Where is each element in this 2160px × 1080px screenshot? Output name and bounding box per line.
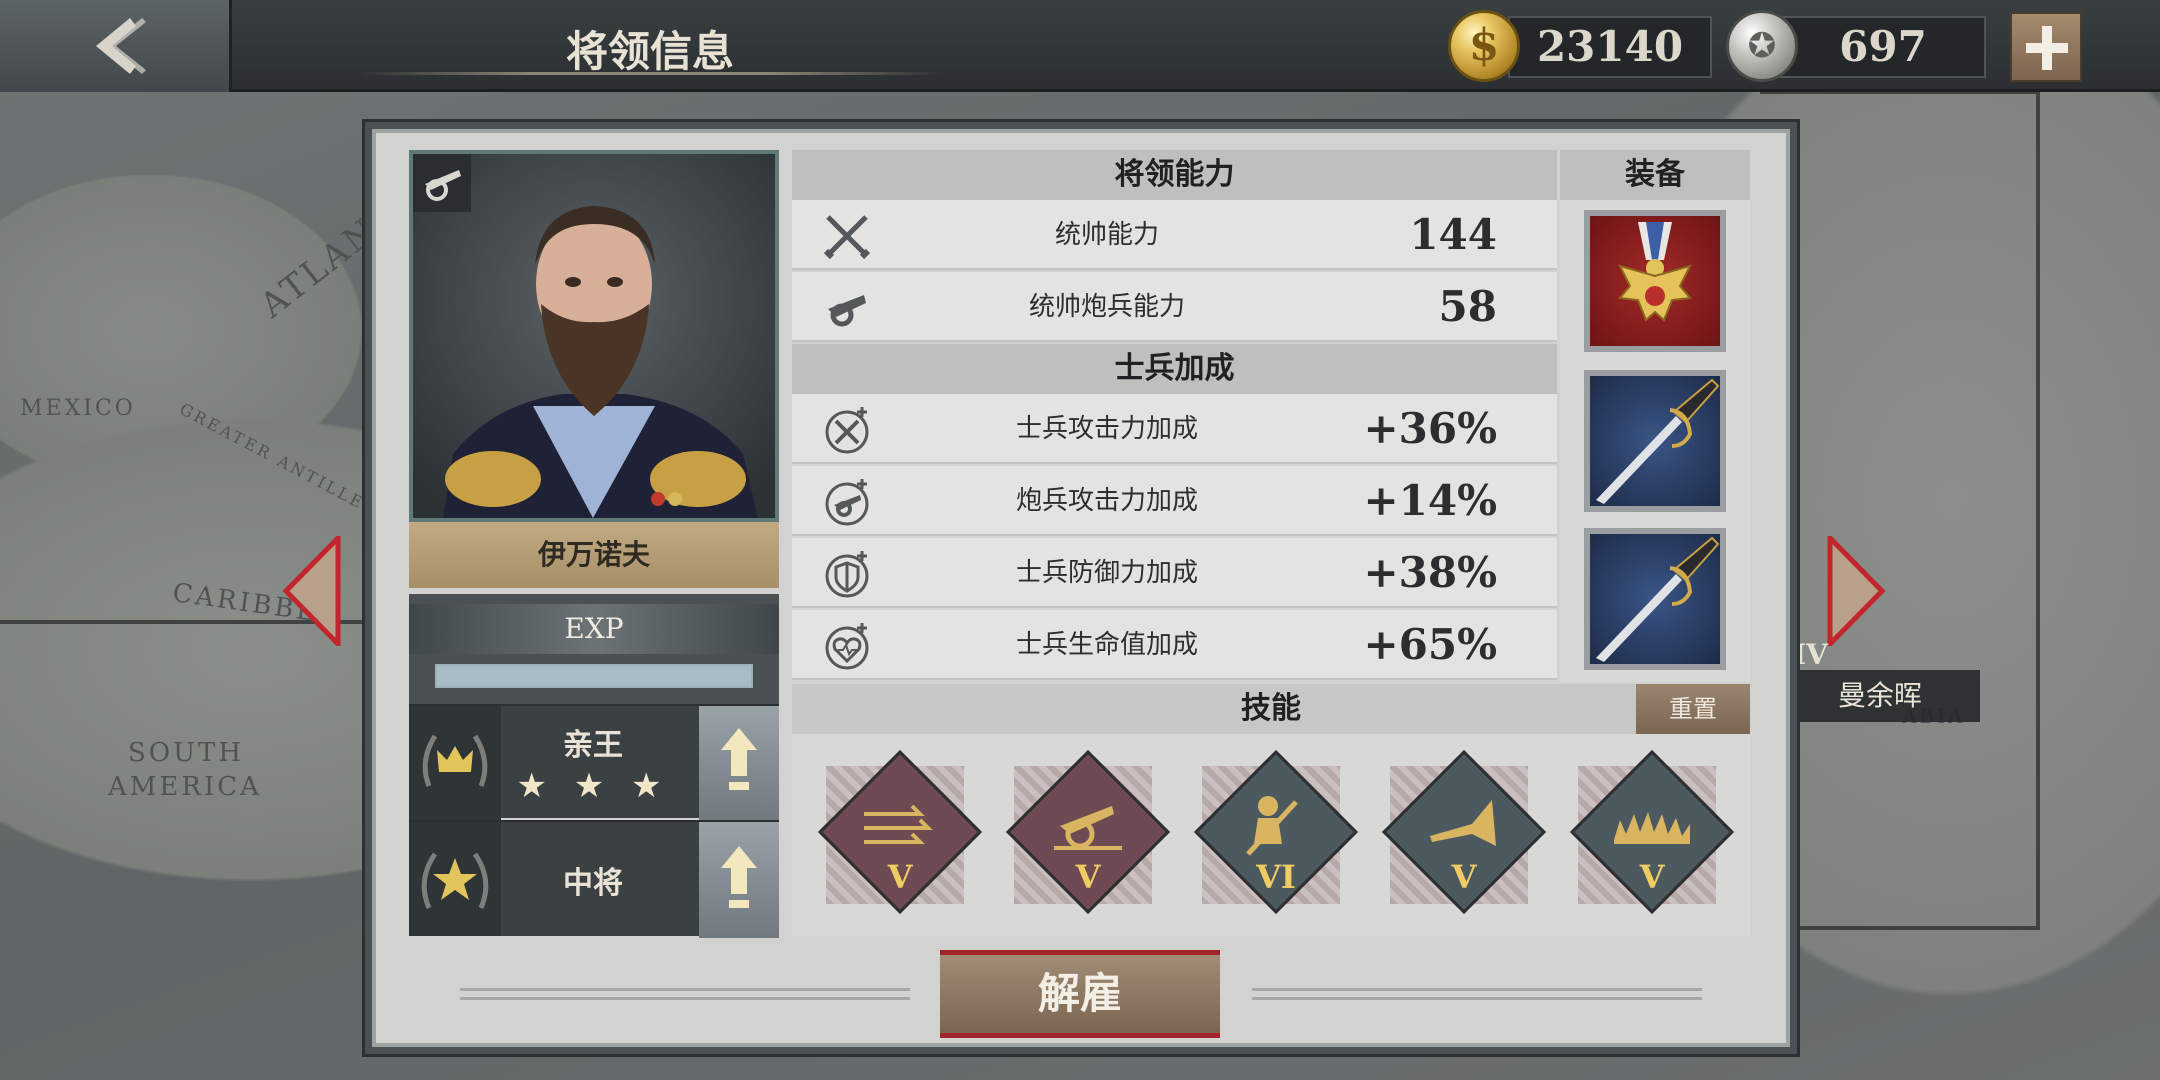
reset-skills-button[interactable]: 重置: [1636, 684, 1750, 734]
exp-label: EXP: [409, 604, 779, 654]
skill-level: V: [1451, 858, 1477, 896]
skills-header: 技能: [792, 684, 1750, 734]
saber-icon: [1596, 378, 1720, 504]
bonus-row-defense: 士兵防御力加成 +38%: [792, 538, 1557, 608]
map-border-line: [1760, 90, 2040, 930]
title-underline: [360, 72, 940, 75]
decorative-line-left: [460, 988, 910, 1000]
equipment-slot-medal[interactable]: [1584, 210, 1726, 352]
artillery-class-icon: [413, 154, 471, 212]
exp-progress-bar: [435, 664, 753, 688]
bonus-value: +14%: [1363, 476, 1497, 525]
crown-laurel-icon: [409, 706, 501, 820]
bonus-label: 士兵攻击力加成: [1015, 414, 1198, 444]
skill-level: V: [1075, 858, 1101, 896]
military-rank-title: 中将: [563, 866, 623, 901]
skill-slot-4[interactable]: V: [1376, 746, 1547, 926]
ability-value: 144: [1409, 210, 1497, 259]
skill-level: V: [1639, 858, 1665, 896]
ability-row-command: 统帅能力 144: [792, 200, 1557, 270]
neighbor-card-rank: IV: [1793, 638, 1828, 671]
upgrade-nobility-button[interactable]: [699, 706, 779, 820]
ability-value: 58: [1438, 282, 1497, 331]
bonus-label: 炮兵攻击力加成: [1015, 486, 1198, 516]
heart-plus-icon: [825, 623, 869, 670]
bonus-label: 士兵生命值加成: [1015, 630, 1198, 660]
map-label-south: SOUTH: [128, 738, 245, 768]
bonus-value: +65%: [1363, 620, 1497, 669]
equipment-slot-saber-2[interactable]: [1584, 528, 1726, 670]
soldier-rifle-icon: [1246, 796, 1298, 856]
skill-slot-1[interactable]: V: [812, 746, 983, 926]
map-label-mexico: MEXICO: [20, 396, 136, 421]
exp-progress-fill: [437, 666, 751, 686]
eagle-medal-icon: [1618, 222, 1692, 322]
shield-plus-icon: [825, 551, 869, 598]
nobility-title: 亲王: [563, 728, 623, 763]
promote-rank-button[interactable]: [699, 822, 779, 938]
arrows-charge-icon: [864, 804, 933, 844]
skill-level: VI: [1256, 858, 1296, 896]
nobility-row: 亲王 ★ ★ ★: [409, 704, 779, 820]
skill-slot-2[interactable]: V: [1000, 746, 1171, 926]
next-general-arrow[interactable]: [1826, 536, 1886, 646]
exp-section: EXP: [409, 594, 779, 704]
add-currency-button[interactable]: [2010, 12, 2082, 82]
up-arrow-icon: [721, 846, 757, 908]
abilities-header: 将领能力: [792, 150, 1557, 200]
general-name: 伊万诺夫: [409, 522, 779, 588]
bonus-row-health: 士兵生命值加成 +65%: [792, 610, 1557, 680]
bugle-icon: [1430, 800, 1496, 846]
top-bar: 将领信息 23140 $ 697 ✪: [0, 0, 2160, 92]
saber-icon: [1596, 536, 1720, 662]
map-label-america: AMERICA: [108, 772, 262, 802]
artillery-icon: [1054, 806, 1122, 850]
dismiss-general-button[interactable]: 解雇: [940, 950, 1220, 1038]
bonus-row-attack: 士兵攻击力加成 +36%: [792, 394, 1557, 464]
bonus-value: +36%: [1363, 404, 1497, 453]
previous-general-arrow[interactable]: [282, 536, 342, 646]
nobility-stars: ★ ★ ★: [516, 766, 670, 806]
bonuses-header: 士兵加成: [792, 344, 1557, 394]
up-arrow-icon: [721, 728, 757, 790]
star-laurel-icon: [409, 822, 501, 936]
decorative-line-right: [1252, 988, 1702, 1000]
back-arrow-icon: [96, 18, 146, 74]
gold-coin-icon: $: [1448, 10, 1520, 82]
bonus-row-artillery: 炮兵攻击力加成 +14%: [792, 466, 1557, 536]
ability-label: 统帅能力: [1054, 220, 1159, 250]
neighbor-card-name[interactable]: 曼余晖: [1780, 670, 1980, 722]
cannon-icon: [828, 295, 866, 327]
equipment-header: 装备: [1560, 150, 1750, 200]
medal-amount: 697: [1780, 16, 1986, 78]
map-label-greater-antilles: GREATER ANTILLES: [176, 399, 381, 520]
skill-slot-3[interactable]: VI: [1188, 746, 1359, 926]
sword-plus-icon: [825, 407, 869, 454]
bayonet-wall-icon: [1614, 812, 1690, 844]
ability-label: 统帅炮兵能力: [1028, 292, 1185, 322]
ability-row-artillery-command: 统帅炮兵能力 58: [792, 272, 1557, 342]
silver-medal-icon: ✪: [1726, 10, 1798, 82]
skill-level: V: [887, 858, 913, 896]
bonus-label: 士兵防御力加成: [1015, 558, 1198, 588]
crossed-swords-icon: [823, 215, 871, 260]
equipment-slot-saber-1[interactable]: [1584, 370, 1726, 512]
page-title: 将领信息: [565, 27, 734, 76]
military-rank-row: 中将: [409, 820, 779, 938]
skill-slot-5[interactable]: V: [1564, 746, 1735, 926]
back-button[interactable]: [0, 0, 232, 92]
cannon-plus-icon: [825, 479, 869, 526]
bonus-value: +38%: [1363, 548, 1497, 597]
gold-amount: 23140: [1508, 16, 1712, 78]
